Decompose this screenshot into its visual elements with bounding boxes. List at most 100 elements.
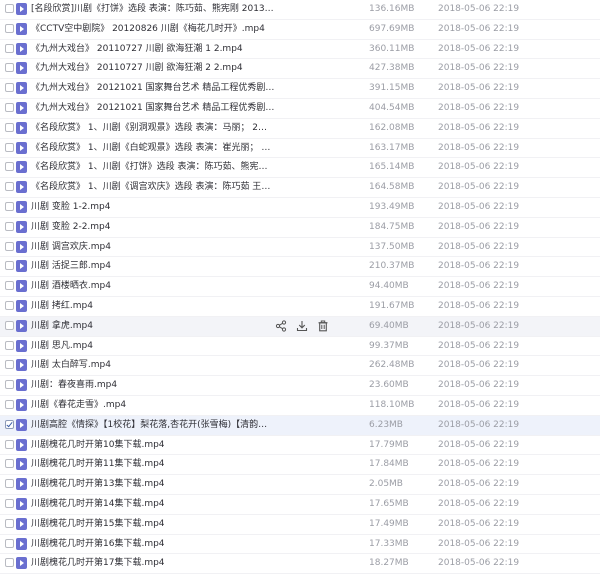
row-checkbox[interactable] (5, 320, 14, 330)
video-file-icon (16, 22, 27, 35)
file-row[interactable]: 《名段欣赏》 1、川剧《白蛇观景》选段 表演：崔光丽； 2、川... 163.1… (0, 139, 600, 159)
file-row[interactable]: 《名段欣赏》 1、川剧《打饼》选段 表演：陈巧茹、熊宪刚；2... 165.14… (0, 158, 600, 179)
file-name[interactable]: 川剧槐花几时开第17集下载.mp4 (31, 556, 276, 570)
file-name[interactable]: 川剧 拷红.mp4 (31, 299, 276, 313)
file-row[interactable]: 《名段欣赏》 1、川剧《调宫欢庆》选段 表演：陈巧茹 王超 王... 164.5… (0, 178, 600, 198)
row-checkbox[interactable] (5, 201, 14, 211)
file-name[interactable]: 川剧槐花几时开第15集下载.mp4 (31, 517, 276, 531)
file-row[interactable]: 川剧槐花几时开第10集下载.mp4 17.79MB 2018-05-06 22:… (0, 436, 600, 456)
row-checkbox[interactable] (5, 281, 14, 291)
row-checkbox[interactable] (5, 538, 14, 548)
file-size: 17.65MB (369, 498, 409, 509)
row-checkbox[interactable] (5, 479, 14, 489)
trash-icon[interactable] (317, 320, 329, 332)
file-row[interactable]: 《名段欣赏》 1、川剧《别洞观景》选段 表演：马丽； 2、川... 162.08… (0, 119, 600, 139)
file-name[interactable]: 《名段欣赏》 1、川剧《调宫欢庆》选段 表演：陈巧茹 王超 王... (31, 180, 276, 194)
row-checkbox[interactable] (5, 518, 14, 528)
file-row[interactable]: 川剧：春夜喜雨.mp4 23.60MB 2018-05-06 22:19 (0, 376, 600, 396)
file-name[interactable]: 川剧槐花几时开第11集下载.mp4 (31, 457, 276, 471)
row-checkbox[interactable] (5, 182, 14, 192)
file-name[interactable]: 川剧：春夜喜雨.mp4 (31, 378, 276, 392)
file-date: 2018-05-06 22:19 (438, 83, 520, 94)
file-name[interactable]: 川剧槐花几时开第16集下载.mp4 (31, 537, 276, 551)
file-name[interactable]: 川剧 拿虎.mp4 (31, 319, 276, 333)
file-row[interactable]: 《九州大戏台》 20121021 国家舞台艺术 精品工程优秀剧目选... 404… (0, 99, 600, 119)
file-row[interactable]: 川剧高腔《情探》【1校花】梨花落,杏花开(张雪梅)【清韵纷飞... 6.23MB… (0, 415, 600, 436)
row-checkbox[interactable] (5, 300, 14, 310)
file-name[interactable]: 《名段欣赏》 1、川剧《白蛇观景》选段 表演：崔光丽； 2、川... (31, 141, 276, 155)
row-checkbox[interactable] (5, 380, 14, 390)
file-size: 162.08MB (369, 122, 415, 133)
file-name[interactable]: 川剧槐花几时开第10集下载.mp4 (31, 438, 276, 452)
file-row[interactable]: 川剧 调宫欢庆.mp4 137.50MB 2018-05-06 22:19 (0, 238, 600, 258)
file-date: 2018-05-06 22:19 (438, 498, 520, 509)
file-name[interactable]: 《九州大戏台》 20110727 川剧 欲海狂潮 1 2.mp4 (31, 42, 276, 56)
row-checkbox[interactable] (5, 43, 14, 53)
row-checkbox[interactable] (5, 439, 14, 449)
file-name[interactable]: 川剧 太白醉写.mp4 (31, 358, 276, 372)
file-row[interactable]: 川剧槐花几时开第17集下载.mp4 18.27MB 2018-05-06 22:… (0, 554, 600, 575)
share-icon[interactable] (275, 320, 287, 332)
file-row[interactable]: 川剧 酒楼晒衣.mp4 94.40MB 2018-05-06 22:19 (0, 277, 600, 297)
file-name[interactable]: 《名段欣赏》 1、川剧《打饼》选段 表演：陈巧茹、熊宪刚；2... (31, 160, 276, 174)
row-checkbox[interactable] (5, 4, 14, 13)
file-name[interactable]: 川剧 思凡.mp4 (31, 339, 276, 353)
file-name[interactable]: 《CCTV空中剧院》 20120826 川剧《梅花几时开》.mp4 (31, 22, 276, 36)
row-checkbox[interactable] (5, 102, 14, 112)
file-name[interactable]: 《九州大戏台》 20121021 国家舞台艺术 精品工程优秀剧目选... (31, 81, 276, 95)
row-checkbox[interactable] (5, 498, 14, 508)
file-row[interactable]: 川剧槐花几时开第15集下载.mp4 17.49MB 2018-05-06 22:… (0, 515, 600, 535)
file-row[interactable]: [名段欣赏]川剧《打饼》选段 表演：陈巧茹、熊宪刚 20130704... 13… (0, 0, 600, 20)
file-name[interactable]: 川剧槐花几时开第13集下载.mp4 (31, 477, 276, 491)
file-name[interactable]: 川剧高腔《情探》【1校花】梨花落,杏花开(张雪梅)【清韵纷飞... (31, 418, 276, 432)
file-name[interactable]: 川剧 变脸 2-2.mp4 (31, 220, 276, 234)
video-file-icon (16, 161, 27, 174)
file-name[interactable]: 川剧槐花几时开第14集下载.mp4 (31, 497, 276, 511)
file-row[interactable]: 川剧 拷红.mp4 191.67MB 2018-05-06 22:19 (0, 297, 600, 317)
file-row[interactable]: 川剧槐花几时开第13集下载.mp4 2.05MB 2018-05-06 22:1… (0, 475, 600, 495)
row-checkbox[interactable] (5, 399, 14, 409)
row-checkbox[interactable] (5, 459, 14, 469)
file-row[interactable]: 川剧 思凡.mp4 99.37MB 2018-05-06 22:19 (0, 337, 600, 357)
row-checkbox[interactable] (5, 162, 14, 172)
row-checkbox[interactable] (5, 23, 14, 33)
file-row[interactable]: 川剧 变脸 1-2.mp4 193.49MB 2018-05-06 22:19 (0, 198, 600, 218)
file-row[interactable]: 川剧槐花几时开第16集下载.mp4 17.33MB 2018-05-06 22:… (0, 535, 600, 555)
file-name[interactable]: 《九州大戏台》 20110727 川剧 欲海狂潮 2 2.mp4 (31, 61, 276, 75)
file-name[interactable]: 《名段欣赏》 1、川剧《别洞观景》选段 表演：马丽； 2、川... (31, 121, 276, 135)
row-checkbox[interactable] (5, 63, 14, 73)
row-checkbox[interactable] (5, 241, 14, 251)
row-checkbox[interactable] (5, 340, 14, 350)
row-checkbox[interactable] (5, 419, 14, 429)
file-size: 191.67MB (369, 300, 415, 311)
file-size: 165.14MB (369, 162, 415, 173)
file-row[interactable]: 川剧《春花走雪》.mp4 118.10MB 2018-05-06 22:19 (0, 396, 600, 416)
file-row[interactable]: 川剧 变脸 2-2.mp4 184.75MB 2018-05-06 22:19 (0, 218, 600, 238)
file-name[interactable]: 《九州大戏台》 20121021 国家舞台艺术 精品工程优秀剧目选... (31, 101, 276, 115)
file-name[interactable]: 川剧 变脸 1-2.mp4 (31, 200, 276, 214)
file-row[interactable]: 川剧槐花几时开第11集下载.mp4 17.84MB 2018-05-06 22:… (0, 455, 600, 476)
video-file-icon (16, 517, 27, 530)
file-row[interactable]: 《九州大戏台》 20110727 川剧 欲海狂潮 1 2.mp4 360.11M… (0, 40, 600, 60)
file-name[interactable]: 川剧《春花走雪》.mp4 (31, 398, 276, 412)
row-checkbox[interactable] (5, 558, 14, 568)
file-row[interactable]: 《九州大戏台》 20110727 川剧 欲海狂潮 2 2.mp4 427.38M… (0, 59, 600, 80)
file-row[interactable]: 川剧 太白醉写.mp4 262.48MB 2018-05-06 22:19 (0, 356, 600, 377)
file-row[interactable]: 《九州大戏台》 20121021 国家舞台艺术 精品工程优秀剧目选... 391… (0, 79, 600, 99)
file-name[interactable]: 川剧 酒楼晒衣.mp4 (31, 279, 276, 293)
file-name[interactable]: [名段欣赏]川剧《打饼》选段 表演：陈巧茹、熊宪刚 20130704... (31, 2, 276, 16)
row-checkbox[interactable] (5, 142, 14, 152)
file-name[interactable]: 川剧 调宫欢庆.mp4 (31, 240, 276, 254)
row-checkbox[interactable] (5, 83, 14, 93)
file-row[interactable]: 《CCTV空中剧院》 20120826 川剧《梅花几时开》.mp4 697.69… (0, 20, 600, 40)
file-date: 2018-05-06 22:19 (438, 518, 520, 529)
file-row[interactable]: 川剧 拿虎.mp4 69.40MB 2018-05-06 22:19 (0, 316, 600, 337)
file-name[interactable]: 川剧 活捉三郎.mp4 (31, 259, 276, 273)
download-icon[interactable] (296, 320, 308, 332)
row-checkbox[interactable] (5, 360, 14, 370)
row-checkbox[interactable] (5, 261, 14, 271)
file-row[interactable]: 川剧槐花几时开第14集下载.mp4 17.65MB 2018-05-06 22:… (0, 495, 600, 515)
row-checkbox[interactable] (5, 221, 14, 231)
file-row[interactable]: 川剧 活捉三郎.mp4 210.37MB 2018-05-06 22:19 (0, 257, 600, 278)
row-checkbox[interactable] (5, 122, 14, 132)
